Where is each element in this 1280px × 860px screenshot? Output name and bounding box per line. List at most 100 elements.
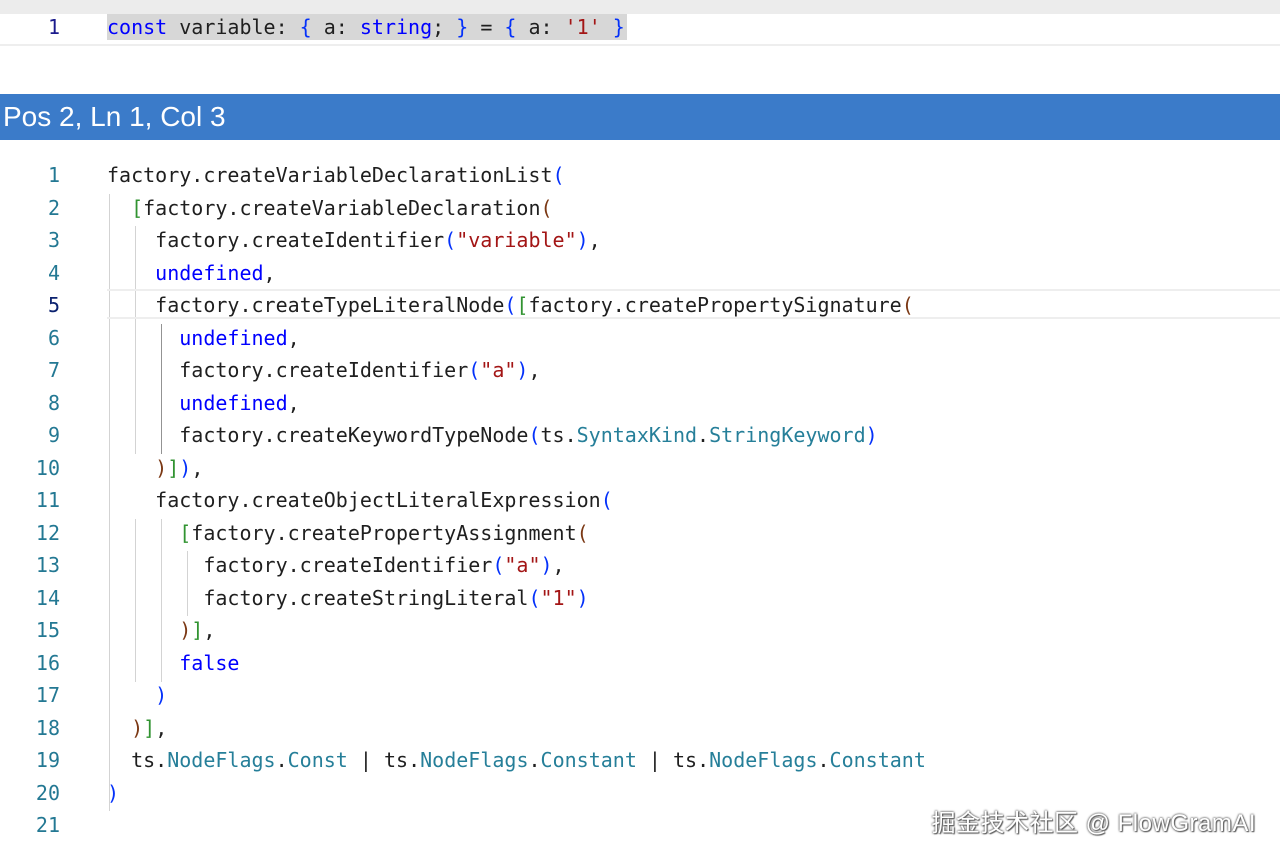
code-token: a:: [516, 15, 565, 39]
code-token: ;: [432, 15, 457, 39]
code-line[interactable]: 7 factory.createIdentifier("a"),: [0, 354, 1280, 387]
code-token: }: [456, 15, 469, 39]
code-text: ): [107, 679, 167, 712]
code-line[interactable]: 16 false: [0, 647, 1280, 680]
code-token: ts.: [540, 423, 577, 447]
source-code-editor[interactable]: 1 const variable: { a: string; } = { a: …: [0, 14, 1280, 46]
source-code-line[interactable]: const variable: { a: string; } = { a: '1…: [107, 14, 627, 40]
line-number: 2: [47, 195, 60, 220]
code-line[interactable]: 12 [factory.createPropertyAssignment(: [0, 517, 1280, 550]
code-line[interactable]: 5 factory.createTypeLiteralNode([factory…: [0, 289, 1280, 322]
code-token: (: [901, 293, 914, 317]
code-line[interactable]: 19 ts.NodeFlags.Const | ts.NodeFlags.Con…: [0, 744, 1280, 777]
line-number: 20: [35, 780, 60, 805]
code-token: [: [179, 520, 192, 545]
line-number: 10: [35, 455, 60, 480]
code-line[interactable]: 1 factory.createVariableDeclarationList(: [0, 159, 1280, 192]
code-token: a:: [311, 15, 360, 39]
code-token: ]: [143, 715, 156, 740]
code-token: ts.: [107, 748, 168, 772]
code-token: "1": [540, 585, 577, 610]
code-token: ,: [191, 455, 204, 480]
code-token: factory.createPropertyAssignment: [191, 520, 577, 545]
code-line[interactable]: 3 factory.createIdentifier("variable"),: [0, 224, 1280, 257]
code-line[interactable]: 17 ): [0, 679, 1280, 712]
code-text: factory.createIdentifier("a"),: [107, 549, 564, 582]
code-token: '1': [564, 15, 601, 39]
code-token: ]: [191, 618, 204, 642]
code-token: [: [516, 293, 529, 317]
code-token: }: [612, 15, 625, 39]
code-token: factory.createIdentifier: [107, 358, 469, 382]
code-token: {: [299, 15, 312, 39]
code-token: | ts.: [636, 748, 710, 772]
code-token: ): [865, 423, 878, 447]
source-line-number: 1: [47, 15, 60, 39]
code-line[interactable]: 13 factory.createIdentifier("a"),: [0, 549, 1280, 582]
code-line[interactable]: 11 factory.createObjectLiteralExpression…: [0, 484, 1280, 517]
line-number: 16: [35, 650, 60, 675]
code-text: factory.createIdentifier("a"),: [107, 354, 541, 387]
code-token: NodeFlags: [709, 748, 818, 772]
code-token: .: [275, 748, 288, 772]
code-token: (: [444, 228, 457, 252]
line-number: 19: [35, 748, 60, 772]
code-line[interactable]: 6 undefined,: [0, 322, 1280, 355]
code-token: (: [600, 488, 613, 512]
code-token: ): [179, 618, 192, 642]
code-token: ,: [203, 618, 216, 642]
line-number: 13: [35, 553, 60, 577]
code-token: ): [179, 455, 192, 480]
line-number: 14: [35, 585, 60, 610]
code-token: Const: [287, 748, 348, 772]
code-token: ,: [528, 358, 541, 382]
code-token: undefined: [179, 390, 288, 415]
code-line[interactable]: 14 factory.createStringLiteral("1"): [0, 582, 1280, 615]
code-token: StringKeyword: [709, 423, 866, 447]
line-number: 3: [47, 228, 60, 252]
code-text: )],: [107, 614, 215, 647]
line-number: 6: [47, 325, 60, 350]
code-token: ): [516, 358, 529, 382]
code-token: (: [540, 195, 553, 220]
code-token: (: [468, 358, 481, 382]
code-line[interactable]: 4 undefined,: [0, 257, 1280, 290]
code-token: factory.createPropertySignature: [528, 293, 902, 317]
code-token: const: [107, 15, 168, 39]
code-token: [: [131, 195, 144, 220]
code-token: "variable": [456, 228, 577, 252]
code-text: ): [107, 777, 119, 810]
code-token: ): [107, 780, 120, 805]
code-token: SyntaxKind: [576, 423, 698, 447]
code-token: factory.createIdentifier: [107, 553, 493, 577]
code-token: "a": [480, 358, 517, 382]
code-token: "a": [504, 553, 541, 577]
line-number: 18: [35, 715, 60, 740]
code-line[interactable]: 9 factory.createKeywordTypeNode(ts.Synta…: [0, 419, 1280, 452]
code-line[interactable]: 15 )],: [0, 614, 1280, 647]
code-token: NodeFlags: [420, 748, 529, 772]
code-token: (: [504, 293, 517, 317]
code-token: ): [576, 228, 589, 252]
code-token: (: [528, 423, 541, 447]
code-token: | ts.: [347, 748, 421, 772]
code-line[interactable]: 8 undefined,: [0, 387, 1280, 420]
code-token: ,: [287, 325, 300, 350]
code-line[interactable]: 10 )]),: [0, 452, 1280, 485]
code-token: .: [817, 748, 830, 772]
code-token: factory.createObjectLiteralExpression: [107, 488, 601, 512]
code-text: factory.createVariableDeclarationList(: [107, 159, 565, 192]
line-number: 12: [35, 520, 60, 545]
code-text: )]),: [107, 452, 203, 485]
code-token: undefined: [155, 260, 264, 285]
code-line[interactable]: 18 )],: [0, 712, 1280, 745]
generated-code-editor[interactable]: 1 factory.createVariableDeclarationList(2…: [0, 142, 1280, 860]
code-token: NodeFlags: [167, 748, 276, 772]
code-line[interactable]: 2 [factory.createVariableDeclaration(: [0, 192, 1280, 225]
